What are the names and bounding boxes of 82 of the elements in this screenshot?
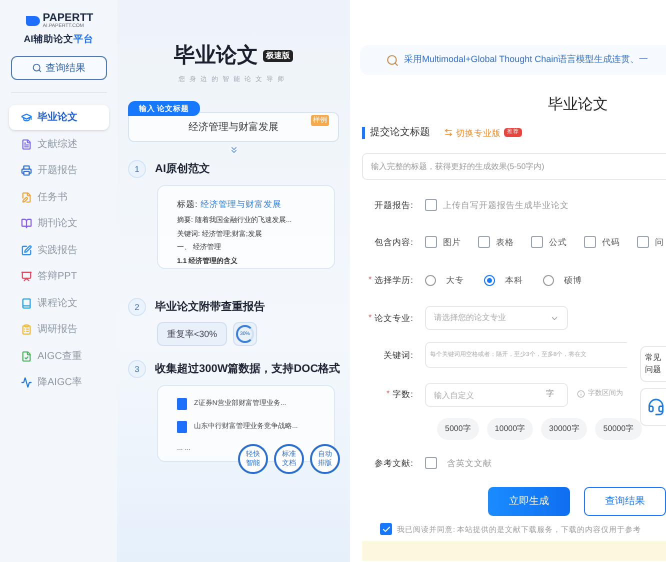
radio-button[interactable] — [543, 274, 554, 286]
checkbox-label: 代码 — [602, 236, 620, 249]
example-title: 经济管理与财富发展 — [188, 120, 278, 135]
checkbox[interactable] — [425, 236, 437, 248]
search-icon — [32, 63, 42, 74]
sidebar-item[interactable]: 调研报告 — [8, 317, 108, 342]
step-title: AI原创范文 — [155, 162, 210, 177]
logo-icon — [24, 14, 40, 28]
select-placeholder: 请选择您的论文专业 — [434, 312, 506, 324]
field-label: 论文专业: — [374, 312, 413, 325]
checkbox[interactable] — [425, 199, 437, 212]
unit-label: 字 — [546, 388, 554, 400]
radio-button[interactable] — [425, 274, 436, 286]
sidebar-item[interactable]: AIGC查重 — [8, 344, 108, 369]
sidebar-item[interactable]: 答辩PPT — [8, 264, 108, 290]
sidebar-item[interactable]: 文献综述 — [8, 132, 108, 157]
title-input-field[interactable]: 输入完整的标题，获得更好的生成效果(5-50字内) — [362, 153, 666, 180]
sidebar-item[interactable]: 降AIGC率 — [8, 370, 108, 396]
word-count-preset[interactable]: 30000字 — [541, 418, 588, 440]
query-results-button[interactable]: 查询结果 — [10, 56, 106, 80]
sidebar-item[interactable]: 任务书 — [8, 184, 108, 210]
step-number: 1 — [128, 160, 146, 178]
step-number: 3 — [128, 360, 146, 378]
word-count-preset[interactable]: 10000字 — [486, 418, 534, 440]
section-heading: 提交论文标题 — [362, 126, 430, 139]
agreement-checkbox[interactable] — [380, 523, 392, 536]
query-results-button[interactable]: 查询结果 — [584, 487, 666, 516]
switch-arrows-icon — [444, 128, 453, 138]
checkbox[interactable] — [584, 236, 596, 248]
radio-label: 大专 — [446, 274, 464, 287]
radio-label: 本科 — [505, 274, 523, 287]
field-label: 字数: — [392, 388, 413, 401]
speed-badge: 极速版 — [263, 50, 293, 62]
sidebar-item[interactable]: 课程论文 — [8, 290, 108, 316]
step-title: 毕业论文附带查重报告 — [155, 300, 265, 315]
document-icon — [177, 421, 187, 434]
checkbox-label: 问 — [655, 236, 664, 249]
outline-title-value: 经济管理与财富发展 — [200, 198, 282, 211]
checkbox-label: 含英文文献 — [447, 456, 492, 470]
generate-button[interactable]: 立即生成 — [488, 487, 570, 516]
checkbox-label: 表格 — [496, 236, 514, 249]
magnifier-icon — [386, 54, 399, 66]
word-count-preset[interactable]: 5000字 — [437, 418, 479, 440]
radio-label: 硕博 — [564, 274, 582, 287]
sidebar-item[interactable]: 毕业论文 — [8, 105, 108, 130]
field-label: 关键词: — [384, 348, 413, 362]
info-icon — [577, 390, 585, 398]
step-title: 收集超过300W篇数据，支持DOC格式 — [155, 362, 340, 377]
checkbox-label: 图片 — [443, 236, 461, 249]
platform-tagline-accent: 平台 — [73, 33, 94, 47]
major-select[interactable]: 请选择您的论文专业 — [425, 306, 568, 330]
banner-text: 采用Multimodal+Global Thought Chain语言模型生成连贯、一 — [404, 53, 648, 66]
field-label: 选择学历: — [374, 274, 413, 287]
headset-icon[interactable] — [647, 398, 665, 416]
faq-widget[interactable]: 常见问题 — [640, 346, 666, 382]
step-number: 2 — [128, 298, 146, 316]
required-mark: * — [368, 312, 372, 324]
checkbox[interactable] — [637, 236, 649, 248]
sidebar-item[interactable]: 期刊论文 — [8, 211, 108, 236]
chevrons-down-icon — [228, 145, 238, 156]
intro-title: 毕业论文 — [174, 43, 258, 69]
platform-tagline: AI辅助论文 — [24, 33, 74, 47]
document-icon — [177, 398, 187, 410]
checkbox-label: 上传自写开题报告生成毕业论文 — [443, 198, 569, 212]
field-label: 参考文献: — [374, 456, 413, 470]
required-mark: * — [386, 388, 390, 400]
field-label: 开题报告: — [374, 198, 413, 212]
checkbox[interactable] — [425, 457, 437, 470]
sidebar-item[interactable]: 实践报告 — [8, 238, 108, 263]
form-title: 毕业论文 — [548, 95, 609, 115]
outline-title-label: 标题: — [177, 198, 198, 211]
field-label: 包含内容: — [374, 236, 413, 249]
similarity-rate-chip: 重复率<30% — [157, 322, 227, 346]
logo-name: PAPERTT — [42, 13, 94, 24]
checkbox[interactable] — [478, 236, 490, 248]
checkbox[interactable] — [531, 236, 543, 248]
required-mark: * — [368, 274, 372, 286]
checkbox-label: 公式 — [549, 236, 567, 249]
sidebar-item[interactable]: 开题报告 — [8, 158, 108, 184]
switch-pro-link[interactable]: 切换专业版 — [444, 126, 501, 140]
radio-button[interactable] — [484, 274, 495, 286]
word-count-preset[interactable]: 50000字 — [595, 418, 642, 440]
